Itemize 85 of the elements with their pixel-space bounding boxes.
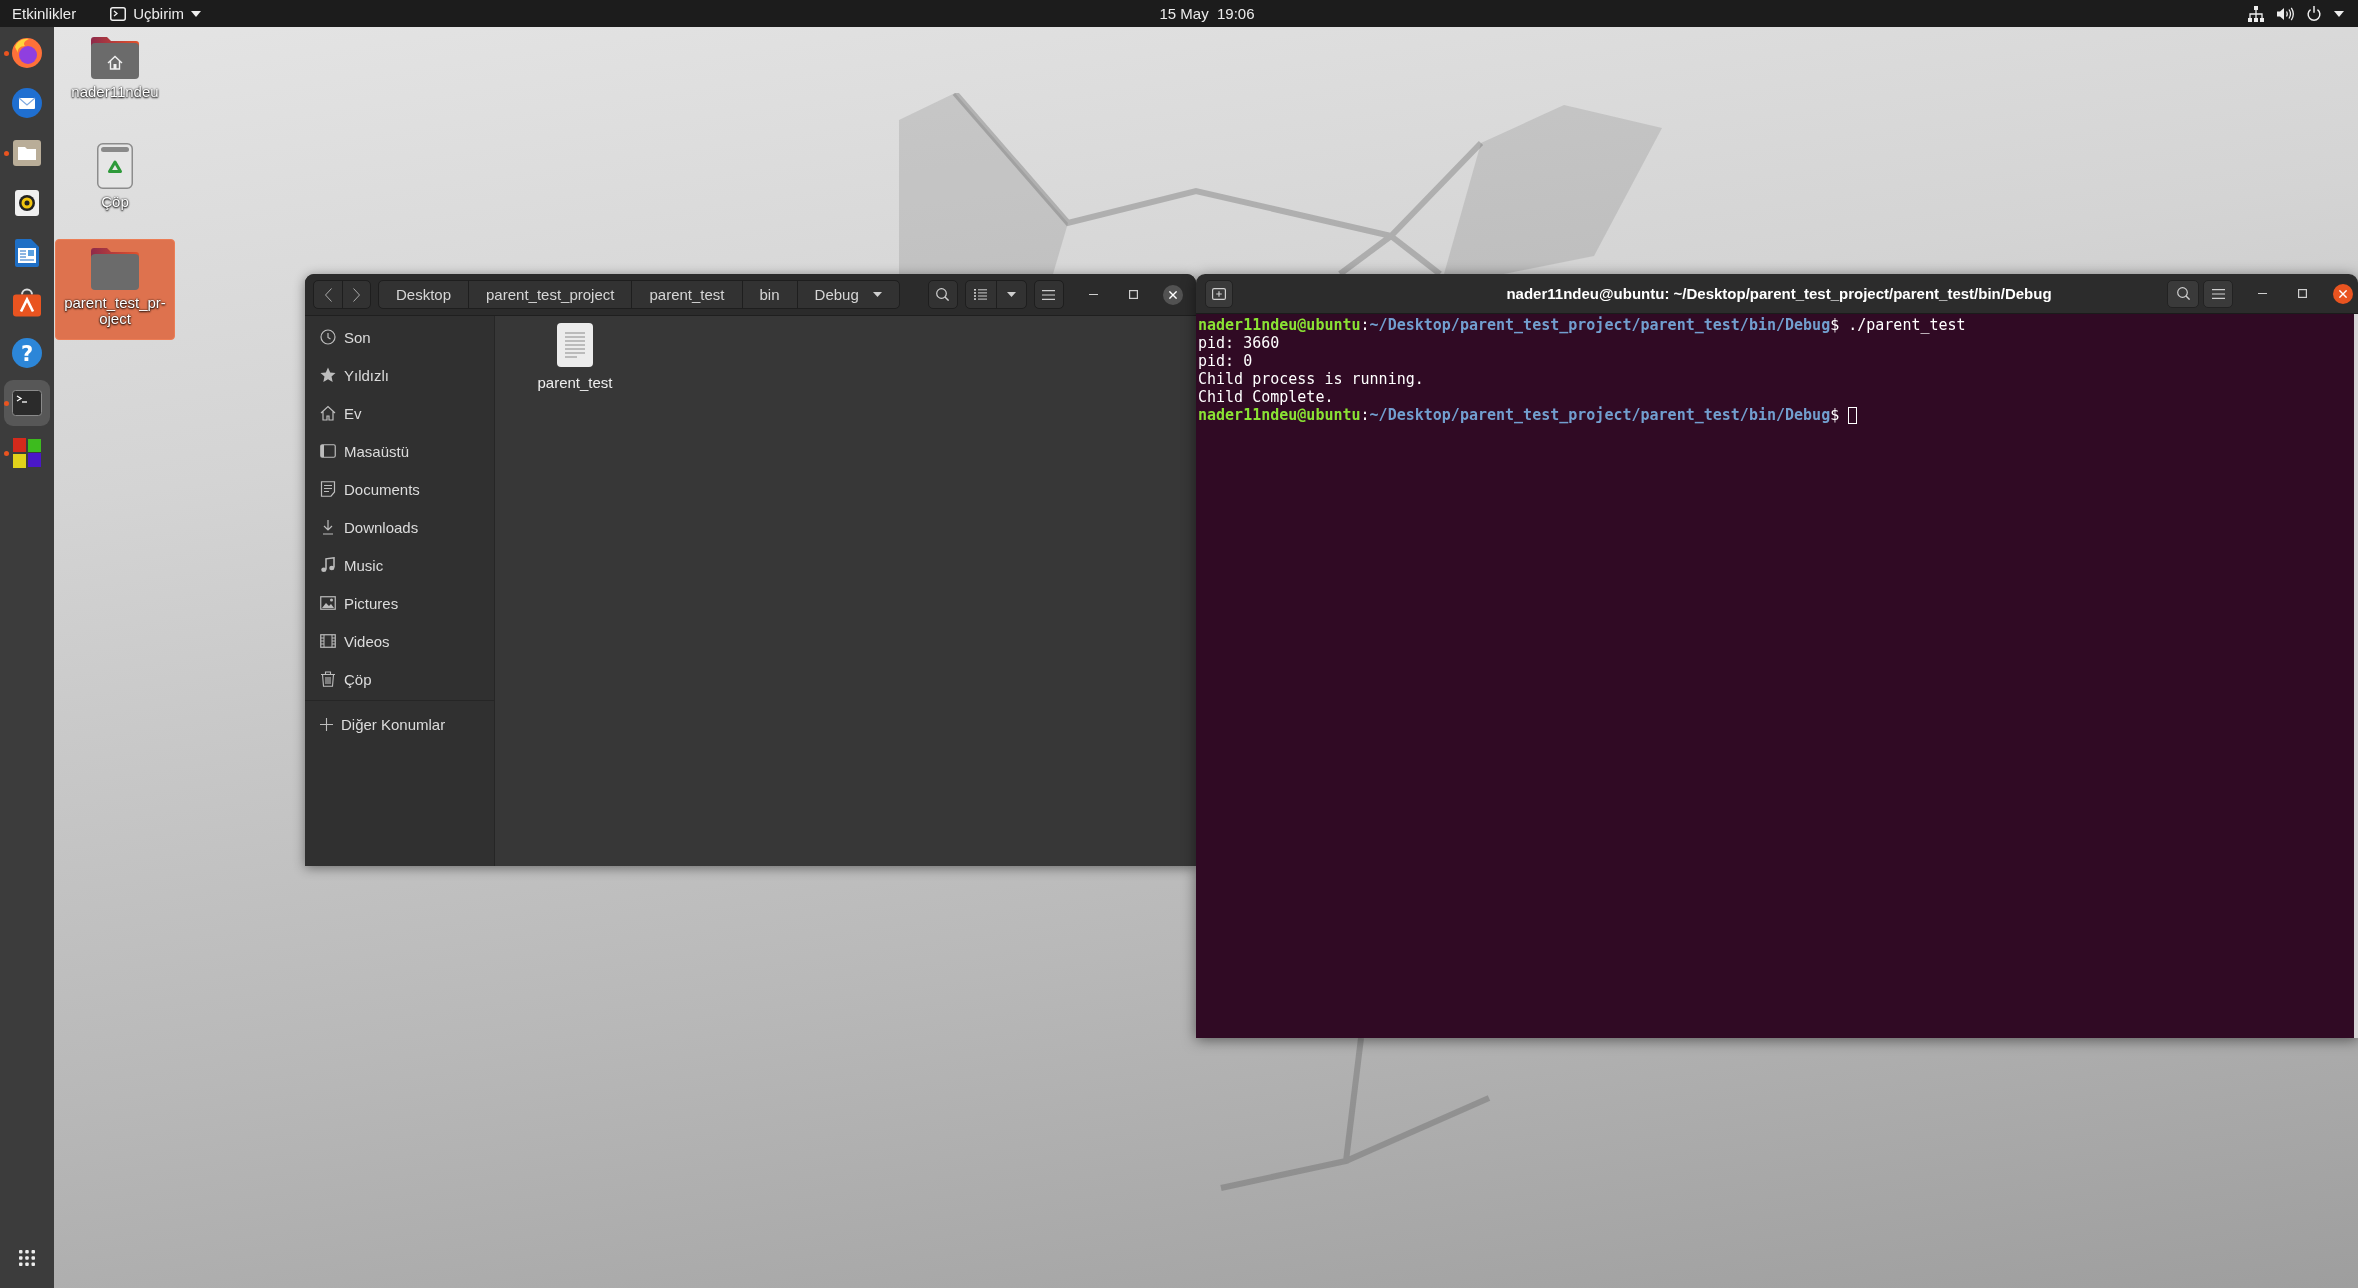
terminal-output: pid: 0: [1198, 352, 1253, 370]
speaker-icon: [15, 190, 39, 216]
home-folder-icon: [91, 37, 139, 79]
folder-icon: [91, 248, 139, 290]
date-time[interactable]: 15 May 19:06: [1149, 0, 1265, 27]
sidebar-item[interactable]: Documents: [305, 470, 494, 508]
terminal-output: Child process is running.: [1198, 370, 1424, 388]
network-icon: [2248, 5, 2264, 22]
sidebar-item[interactable]: Ev: [305, 394, 494, 432]
image-icon: [320, 595, 336, 611]
sidebar-item[interactable]: Masaüstü: [305, 432, 494, 470]
close-icon: [2339, 289, 2347, 298]
path-segment[interactable]: parent_test: [631, 281, 742, 308]
window-title: nader11ndeu@ubuntu: ~/Desktop/parent_test_project/parent_test/bin/Debug: [1506, 285, 2052, 302]
trash-icon: [320, 671, 336, 687]
menu-icon: [1042, 289, 1056, 300]
terminal-output: pid: 3660: [1198, 334, 1280, 352]
envelope-icon: [12, 88, 42, 118]
terminal-prompt: nader11ndeu@ubuntu:~/Desktop/parent_test_project/parent_test/bin/Debug$: [1198, 406, 1840, 424]
download-icon: [320, 519, 336, 535]
terminal-prompt: nader11ndeu@ubuntu:~/Desktop/parent_test_project/parent_test/bin/Debug$: [1198, 316, 1840, 334]
file-item[interactable]: parent_test: [520, 320, 630, 394]
menu-icon: [2211, 288, 2225, 299]
maximize-icon: [2297, 289, 2307, 298]
sidebar-item[interactable]: Music: [305, 546, 494, 584]
document-icon: [320, 481, 336, 497]
home-icon: [320, 405, 336, 421]
clock-icon: [320, 329, 336, 345]
sidebar-item[interactable]: Downloads: [305, 508, 494, 546]
shortcut-item[interactable]: nader11ndeu: [55, 28, 175, 113]
question-mark-icon: ?: [12, 338, 42, 368]
document-icon: [15, 239, 39, 267]
tab-plus-icon: [1212, 287, 1226, 300]
recycle-bin-icon: [97, 142, 133, 189]
sidebar-item[interactable]: Çöp: [305, 660, 494, 698]
caret-icon: [191, 10, 202, 17]
power-icon: [2307, 6, 2321, 21]
terminal-icon: [12, 390, 42, 416]
panel-icon: [320, 443, 336, 459]
shortcut-item[interactable]: Çöp: [55, 133, 175, 223]
terminal-output: Child Complete.: [1198, 388, 1334, 406]
path-segment[interactable]: Desktop: [379, 281, 469, 308]
app-menu[interactable]: Uçbirim: [100, 0, 212, 27]
maximize-icon: [1128, 290, 1138, 299]
app-grid-icon: [19, 1250, 35, 1266]
path-segment[interactable]: bin: [741, 281, 797, 308]
flame-globe-icon: [12, 38, 42, 68]
scrollbar[interactable]: [2354, 314, 2358, 1038]
close-icon: [1169, 290, 1177, 299]
menu-button[interactable]: [2203, 279, 2233, 308]
chevron-right-icon: [353, 287, 360, 302]
minimize-icon: [2257, 293, 2267, 294]
terminal-command: ./parent_test: [1848, 316, 1966, 334]
close-button[interactable]: [1163, 284, 1183, 305]
path-segment[interactable]: Debug: [796, 281, 899, 308]
minimize-icon: [1088, 294, 1098, 295]
chevron-left-icon: [324, 287, 332, 302]
sidebar-item[interactable]: Pictures: [305, 584, 494, 622]
terminal-icon: [110, 6, 127, 21]
plus-icon: [320, 717, 333, 731]
sidebar-item[interactable]: Videos: [305, 622, 494, 660]
film-icon: [320, 633, 336, 649]
four-squares-icon: [13, 438, 41, 468]
caret-icon: [2334, 10, 2344, 17]
sidebar-item[interactable]: Diğer Konumlar: [305, 705, 494, 743]
list-icon: [974, 289, 988, 300]
music-note-icon: [320, 557, 336, 573]
close-button[interactable]: [2333, 283, 2353, 304]
new-tab-button[interactable]: [1205, 279, 1233, 308]
sidebar-item[interactable]: Son: [305, 318, 494, 356]
caret-icon: [1006, 292, 1016, 297]
search-button[interactable]: [2167, 279, 2199, 308]
folder-icon: [13, 140, 41, 166]
menu-button[interactable]: [1033, 280, 1064, 309]
sidebar-item[interactable]: Yıldızlı: [305, 356, 494, 394]
dock-item[interactable]: ?: [4, 330, 50, 376]
star-icon: [320, 367, 336, 383]
shopping-bag-icon: [13, 288, 41, 318]
search-icon: [936, 288, 950, 301]
search-button[interactable]: [927, 280, 958, 309]
search-icon: [2176, 287, 2190, 300]
path-segment[interactable]: parent_test_project: [468, 281, 632, 308]
text-file-icon: [557, 323, 593, 367]
activities-menu[interactable]: Etkinlikler: [0, 0, 89, 27]
volume-icon: [2277, 6, 2294, 21]
